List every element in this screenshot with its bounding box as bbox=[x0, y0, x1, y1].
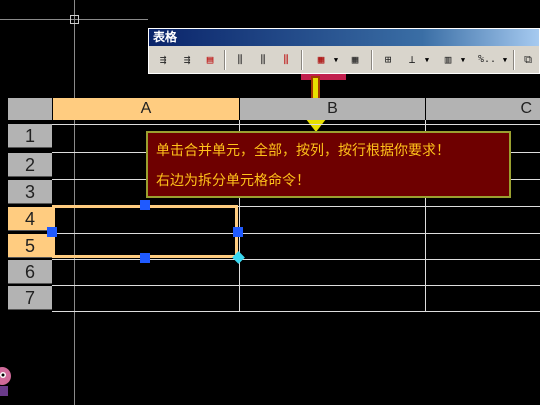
mascot-image bbox=[0, 367, 11, 396]
crosshair-pickbox bbox=[70, 15, 79, 24]
instruction-callout: 单击合并单元，全部，按列，按行根据你要求！ 右边为拆分单元格命令！ bbox=[146, 131, 511, 198]
grid-line bbox=[52, 285, 540, 286]
toolbar-separator bbox=[513, 50, 515, 70]
lock-dropdown-icon[interactable]: ▼ bbox=[459, 51, 467, 69]
insert-column-left-icon[interactable]: ⫼ bbox=[231, 51, 249, 69]
grip-left-middle[interactable] bbox=[47, 227, 57, 237]
callout-line-1: 单击合并单元，全部，按列，按行根据你要求！ bbox=[156, 143, 450, 159]
merge-cells-icon[interactable]: ▦ bbox=[312, 51, 330, 69]
insert-row-above-icon[interactable]: ⇶ bbox=[153, 51, 173, 69]
selected-cell-range[interactable] bbox=[52, 205, 238, 258]
corner-header bbox=[8, 98, 52, 120]
grid-line bbox=[52, 259, 540, 260]
grip-bottom-middle[interactable] bbox=[140, 253, 150, 263]
insert-block-icon[interactable]: ⧉ bbox=[519, 51, 537, 69]
lock-cells-icon[interactable]: ▥ bbox=[439, 51, 457, 69]
row-header-7[interactable]: 7 bbox=[8, 286, 52, 310]
table-toolbar: 表格 ⇶ ⇶ ▤ ⫼ ⫼ ⫼ ▦ ▼ ▦ ⊞ ⊥ ▼ ▥ ▼ %.. ▼ ⧉ bbox=[148, 28, 540, 74]
align-icon[interactable]: ⊥ bbox=[403, 51, 421, 69]
grip-top-middle[interactable] bbox=[140, 200, 150, 210]
insert-column-right-icon[interactable]: ⫼ bbox=[254, 51, 272, 69]
column-header-a[interactable]: A bbox=[53, 98, 239, 120]
data-format-icon[interactable]: %.. bbox=[475, 51, 499, 69]
crosshair-vertical bbox=[74, 0, 75, 405]
row-header-5[interactable]: 5 bbox=[8, 234, 52, 258]
row-header-2[interactable]: 2 bbox=[8, 153, 52, 177]
toolbar-title[interactable]: 表格 bbox=[149, 29, 539, 46]
grid-line bbox=[52, 311, 540, 312]
grid-line bbox=[52, 124, 540, 125]
insert-row-below-icon[interactable]: ⇶ bbox=[177, 51, 197, 69]
row-header-4[interactable]: 4 bbox=[8, 207, 52, 231]
row-header-6[interactable]: 6 bbox=[8, 260, 52, 284]
column-header-b[interactable]: B bbox=[240, 98, 425, 120]
unmerge-cells-icon[interactable]: ▦ bbox=[346, 51, 364, 69]
merge-dropdown-icon[interactable]: ▼ bbox=[332, 51, 340, 69]
grip-right-middle[interactable] bbox=[233, 227, 243, 237]
row-header-1[interactable]: 1 bbox=[8, 124, 52, 148]
toolbar-separator bbox=[301, 50, 303, 70]
format-dropdown-icon[interactable]: ▼ bbox=[501, 51, 509, 69]
toolbar-separator bbox=[371, 50, 373, 70]
callout-line-2: 右边为拆分单元格命令！ bbox=[156, 173, 310, 189]
column-header-c[interactable]: C bbox=[426, 98, 540, 120]
delete-row-icon[interactable]: ▤ bbox=[201, 51, 219, 69]
delete-column-icon[interactable]: ⫼ bbox=[277, 51, 295, 69]
align-dropdown-icon[interactable]: ▼ bbox=[423, 51, 431, 69]
toolbar-separator bbox=[224, 50, 226, 70]
row-header-3[interactable]: 3 bbox=[8, 180, 52, 204]
cell-borders-icon[interactable]: ⊞ bbox=[379, 51, 397, 69]
